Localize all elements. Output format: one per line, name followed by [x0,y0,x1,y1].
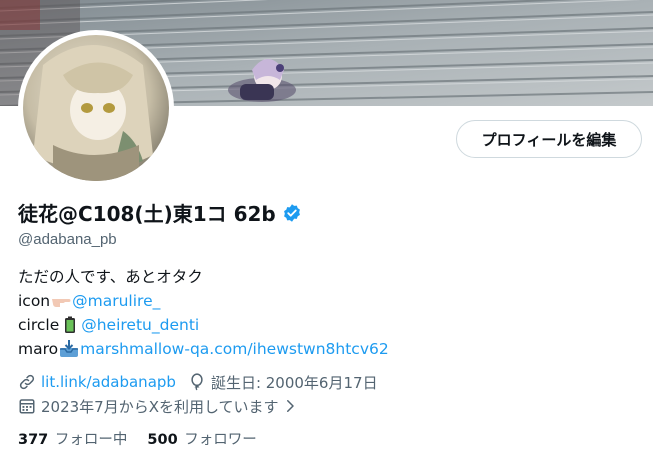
joined-item[interactable]: 2023年7月からXを利用しています [18,396,304,417]
follow-stats: 377 フォロー中 500 フォロワー [18,428,277,449]
website-item: lit.link/adabanapb [18,373,176,391]
bio-text: ただの人です、あとオタク [18,268,203,286]
bio-prefix: circle [18,316,60,334]
balloon-icon [188,373,206,391]
bio-line: ただの人です、あとオタク [18,265,389,289]
followers-link[interactable]: 500 フォロワー [147,428,256,449]
meta-row: 2023年7月からXを利用しています [18,394,390,418]
followers-count: 500 [147,432,178,448]
bio-line-maro: maro marshmallow-qa.com/ihewstwn8htcv62 [18,337,389,361]
bio-link-marulire[interactable]: @marulire_ [72,289,160,313]
bio-prefix: maro [18,340,59,358]
profile-bio: ただの人です、あとオタク icon @marulire_ circle @hei… [18,265,389,361]
website-link[interactable]: lit.link/adabanapb [41,373,176,391]
battery-emoji [60,316,80,334]
followers-label: フォロワー [184,432,257,448]
calendar-icon [18,397,36,415]
edit-profile-button[interactable]: プロフィールを編集 [456,120,642,158]
pointing-hand-emoji [51,292,71,310]
following-label: フォロー中 [54,432,128,448]
bio-prefix: icon [18,292,51,310]
birthday-text: 誕生日: 2000年6月17日 [210,373,378,392]
bio-line-icon: icon @marulire_ [18,289,389,313]
joined-text: 2023年7月からXを利用しています [41,397,279,416]
birthday-item: 誕生日: 2000年6月17日 [188,372,378,393]
bio-link-heiretu-denti[interactable]: @heiretu_denti [81,313,199,337]
inbox-tray-emoji [59,340,79,358]
profile-avatar[interactable] [18,30,174,186]
link-icon [18,373,36,391]
chevron-right-icon [281,397,299,415]
following-count: 377 [18,432,49,448]
following-link[interactable]: 377 フォロー中 [18,428,127,449]
meta-row: lit.link/adabanapb 誕生日: 2000年6月17日 [18,370,390,394]
display-name: 徒花@C108(土)東1コ 62b [18,202,276,226]
user-handle: @adabana_pb [18,231,117,248]
bio-line-circle: circle @heiretu_denti [18,313,389,337]
verified-badge-icon[interactable] [282,203,302,223]
name-row: 徒花@C108(土)東1コ 62b [18,198,302,227]
profile-meta: lit.link/adabanapb 誕生日: 2000年6月17日 2023年… [18,370,390,418]
bio-link-marshmallow[interactable]: marshmallow-qa.com/ihewstwn8htcv62 [80,337,389,361]
